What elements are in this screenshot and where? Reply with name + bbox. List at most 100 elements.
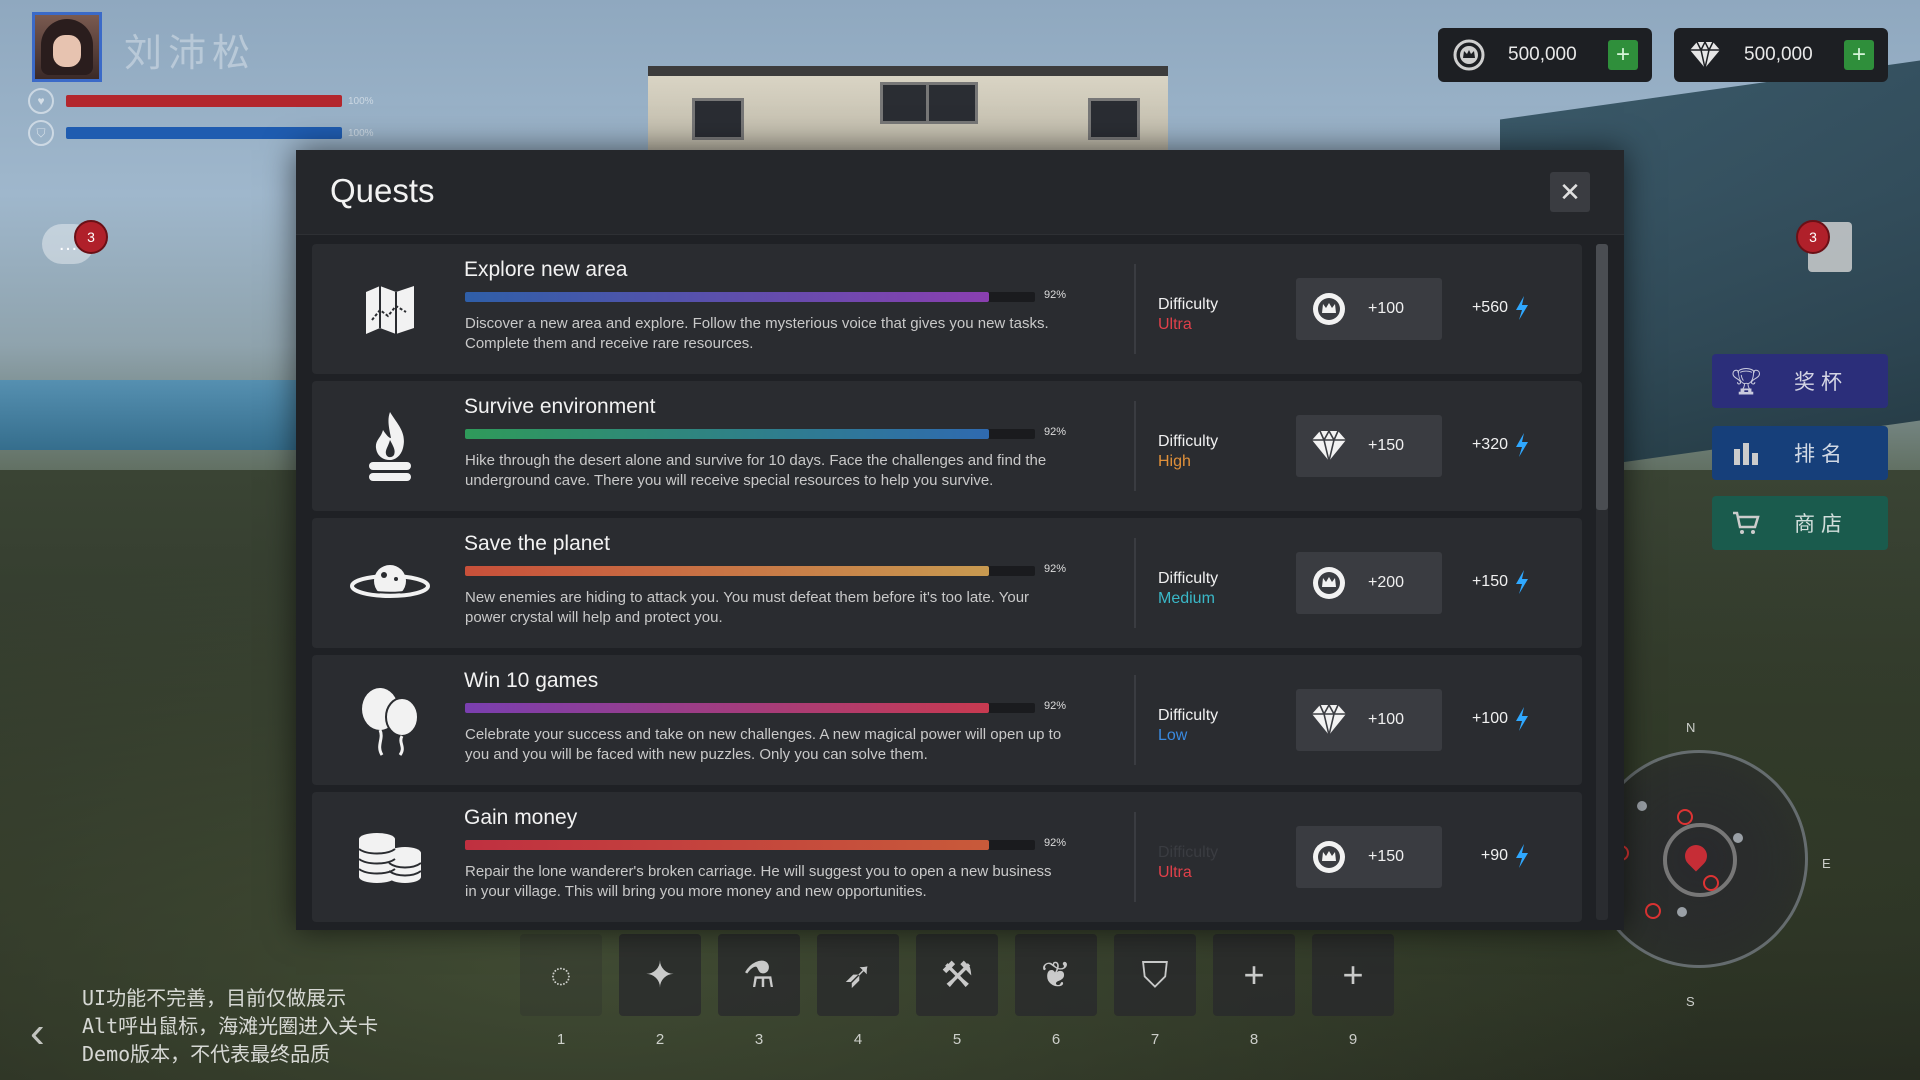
quest-progress-bar xyxy=(465,840,1035,850)
crown-coin-icon xyxy=(1310,290,1348,328)
quest-title: Explore new area xyxy=(464,258,628,281)
shield-bar xyxy=(66,127,342,139)
energy-bolt-icon xyxy=(1516,570,1528,594)
health-percent: 100% xyxy=(348,95,374,107)
quest-divider xyxy=(1134,401,1136,491)
hotbar-slot-9[interactable]: +9 xyxy=(1312,934,1394,1048)
quest-row[interactable]: Explore new area 92% Discover a new area a… xyxy=(312,244,1582,374)
coins-value: 500,000 xyxy=(1508,44,1577,65)
player-name: 刘沛松 xyxy=(124,31,257,75)
trophy-button[interactable]: 🏆︎ 奖杯 xyxy=(1712,354,1888,408)
hotbar-slot-3[interactable]: ⚗ 3 xyxy=(718,934,800,1048)
quest-title: Save the planet xyxy=(464,532,610,555)
trophy-label: 奖杯 xyxy=(1794,370,1848,394)
energy-bolt-icon xyxy=(1516,296,1528,320)
back-arrow-icon[interactable]: ‹ xyxy=(30,1008,45,1058)
diamonds-value: 500,000 xyxy=(1744,44,1813,65)
energy-bolt-icon xyxy=(1516,844,1528,868)
reward-value: +150 xyxy=(1368,437,1405,454)
energy-value: +150 xyxy=(1471,573,1508,590)
shop-label: 商店 xyxy=(1794,512,1848,536)
energy-reward: +560 xyxy=(1462,296,1530,320)
hotbar-slot-2[interactable]: ✦ 2 xyxy=(619,934,701,1048)
difficulty-label: Difficulty xyxy=(1158,707,1219,724)
quest-progress-label: 92% xyxy=(1044,563,1067,575)
health-row: ♥ 100% xyxy=(28,88,374,114)
hotbar-slot-8[interactable]: +8 xyxy=(1213,934,1295,1048)
reward-value: +150 xyxy=(1368,848,1405,865)
close-icon: ✕ xyxy=(1559,176,1581,207)
add-coins-button[interactable]: + xyxy=(1608,40,1638,70)
bow-icon: ➶ xyxy=(842,954,874,995)
reward-box[interactable]: +100 xyxy=(1296,278,1442,340)
difficulty-value: Low xyxy=(1158,727,1188,744)
energy-reward: +150 xyxy=(1462,570,1530,594)
ring-icon: ◌ xyxy=(550,954,572,995)
ranking-button[interactable]: 排名 xyxy=(1712,426,1888,480)
hotbar-slot-4[interactable]: ➶ 4 xyxy=(817,934,899,1048)
quest-progress-bar xyxy=(465,292,1035,302)
planet-icon xyxy=(348,548,432,620)
reward-box[interactable]: +100 xyxy=(1296,689,1442,751)
quest-scrollbar[interactable] xyxy=(1596,244,1608,920)
energy-reward: +90 xyxy=(1462,844,1530,868)
quest-row[interactable]: Survive environment 92% Hike through the d… xyxy=(312,381,1582,511)
hotbar-slot-6[interactable]: ❦ 6 xyxy=(1015,934,1097,1048)
energy-bolt-icon xyxy=(1516,433,1528,457)
difficulty-value: Medium xyxy=(1158,590,1215,607)
player-avatar[interactable] xyxy=(32,12,102,82)
currency-diamonds: 500,000 + xyxy=(1674,28,1888,82)
difficulty-value: Ultra xyxy=(1158,316,1192,333)
quest-list[interactable]: Explore new area 92% Discover a new area a… xyxy=(312,244,1582,922)
close-button[interactable]: ✕ xyxy=(1550,172,1590,212)
shop-button[interactable]: 商店 xyxy=(1712,496,1888,550)
plus-icon: + xyxy=(1851,41,1866,68)
quest-row[interactable]: Save the planet 92% New enemies are hiding… xyxy=(312,518,1582,648)
quest-progress-fill xyxy=(465,840,990,850)
difficulty-label: Difficulty xyxy=(1158,296,1219,313)
quest-description: Hike through the desert alone and surviv… xyxy=(465,452,1047,489)
campfire-icon xyxy=(348,411,432,483)
potion-icon: ⚗ xyxy=(742,954,776,995)
quest-progress-fill xyxy=(465,429,990,439)
hotbar-slot-7[interactable]: ⛉ 7 xyxy=(1114,934,1196,1048)
quest-progress-bar xyxy=(465,703,1035,713)
hotbar-slot-1[interactable]: ◌ 1 xyxy=(520,934,602,1048)
reward-box[interactable]: +150 xyxy=(1296,826,1442,888)
difficulty-value: Ultra xyxy=(1158,864,1192,881)
quest-progress-fill xyxy=(465,292,990,302)
quest-description: Discover a new area and explore. Follow … xyxy=(465,315,1049,352)
quest-divider xyxy=(1134,675,1136,765)
energy-value: +320 xyxy=(1471,436,1508,453)
add-diamonds-button[interactable]: + xyxy=(1844,40,1874,70)
energy-value: +90 xyxy=(1480,847,1508,864)
quest-row[interactable]: Gain money 92% Repair the lone wanderer's … xyxy=(312,792,1582,922)
modal-header: Quests ✕ xyxy=(296,150,1624,235)
heart-plus-icon: ♥ xyxy=(28,88,54,114)
shield-icon: ⛉ xyxy=(1141,953,1169,995)
hotbar: ◌ 1 ✦ 2 ⚗ 3 ➶ 4 ⚒ 5 ❦ 6 ⛉ 7 +8 +9 xyxy=(520,934,1394,1048)
reward-value: +100 xyxy=(1368,300,1405,317)
diamond-icon xyxy=(1310,427,1348,465)
ranking-label: 排名 xyxy=(1794,442,1848,466)
quest-divider xyxy=(1134,538,1136,628)
quest-title: Gain money xyxy=(464,806,578,829)
difficulty-label: Difficulty xyxy=(1158,570,1219,587)
quest-divider xyxy=(1134,264,1136,354)
quest-progress-fill xyxy=(465,703,990,713)
shield-row: ⛉ 100% xyxy=(28,120,374,146)
quest-divider xyxy=(1134,812,1136,902)
balloons-icon xyxy=(348,685,432,757)
quest-progress-label: 92% xyxy=(1044,289,1067,301)
scrollbar-thumb[interactable] xyxy=(1596,244,1608,510)
plus-icon: + xyxy=(1342,954,1364,995)
plus-icon: + xyxy=(1615,41,1630,68)
notification-badge: 3 xyxy=(1796,220,1830,254)
quest-row[interactable]: Win 10 games 92% Celebrate your success an… xyxy=(312,655,1582,785)
reward-box[interactable]: +150 xyxy=(1296,415,1442,477)
quest-progress-label: 92% xyxy=(1044,837,1067,849)
hotbar-slot-5[interactable]: ⚒ 5 xyxy=(916,934,998,1048)
coins-stack-icon xyxy=(348,822,432,894)
reward-box[interactable]: +200 xyxy=(1296,552,1442,614)
quest-title: Survive environment xyxy=(464,395,656,418)
